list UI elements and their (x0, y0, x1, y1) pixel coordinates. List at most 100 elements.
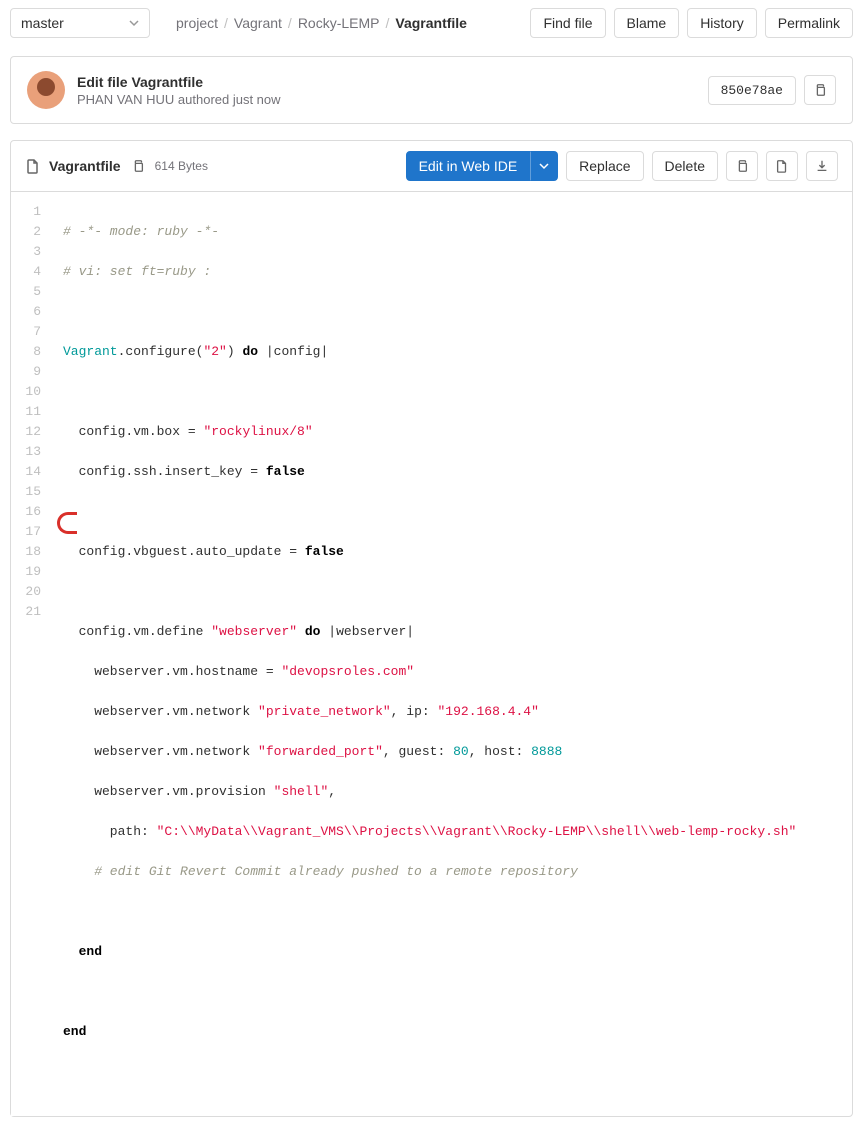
code-token: webserver.vm.network (63, 704, 258, 719)
line-number[interactable]: 8 (21, 342, 41, 362)
file-header: Vagrantfile 614 Bytes Edit in Web IDE Re… (11, 141, 852, 191)
line-number[interactable]: 2 (21, 222, 41, 242)
delete-button[interactable]: Delete (652, 151, 718, 181)
clipboard-icon (813, 83, 827, 97)
commit-title[interactable]: Edit file Vagrantfile (77, 74, 696, 90)
code-token: , host: (469, 744, 531, 759)
file-size: 614 Bytes (155, 159, 208, 173)
breadcrumb-item[interactable]: Rocky-LEMP (298, 15, 380, 31)
line-number[interactable]: 15 (21, 482, 41, 502)
line-number[interactable]: 3 (21, 242, 41, 262)
line-number[interactable]: 14 (21, 462, 41, 482)
line-number[interactable]: 17 (21, 522, 41, 542)
line-number[interactable]: 21 (21, 602, 41, 622)
line-number[interactable]: 13 (21, 442, 41, 462)
annotation-mark (57, 512, 77, 534)
line-number-gutter: 1 2 3 4 5 6 7 8 9 10 11 12 13 14 15 16 1… (11, 192, 55, 1116)
code-token: |webserver| (320, 624, 414, 639)
code-token: false (305, 544, 344, 559)
file-icon (775, 159, 789, 173)
line-number[interactable]: 11 (21, 402, 41, 422)
commit-sha[interactable]: 850e78ae (708, 76, 796, 105)
line-number[interactable]: 12 (21, 422, 41, 442)
code-token: config.vbguest.auto_update = (63, 544, 305, 559)
clipboard-icon (131, 159, 145, 173)
line-number[interactable]: 19 (21, 562, 41, 582)
breadcrumb-item[interactable]: Vagrant (234, 15, 282, 31)
chevron-down-icon (129, 18, 139, 28)
code-token: config.ssh.insert_key = (63, 464, 266, 479)
commit-authored-time: authored just now (178, 92, 281, 107)
code-token: # edit Git Revert Commit already pushed … (63, 864, 578, 879)
raw-file-button[interactable] (766, 151, 798, 181)
file-icon (25, 158, 41, 174)
download-icon (815, 159, 829, 173)
line-number[interactable]: 6 (21, 302, 41, 322)
file-top-actions: Find file Blame History Permalink (530, 8, 853, 38)
line-number[interactable]: 9 (21, 362, 41, 382)
line-number[interactable]: 7 (21, 322, 41, 342)
code-token: "webserver" (211, 624, 297, 639)
code-token: .configure( (118, 344, 204, 359)
code-token: end (79, 944, 102, 959)
code-token: 80 (453, 744, 469, 759)
code-token: Vagrant (63, 344, 118, 359)
edit-ide-group: Edit in Web IDE (406, 151, 559, 181)
line-number[interactable]: 10 (21, 382, 41, 402)
history-button[interactable]: History (687, 8, 757, 38)
code-token: , ip: (391, 704, 438, 719)
avatar (27, 71, 65, 109)
code-token: "192.168.4.4" (437, 704, 538, 719)
commit-info: Edit file Vagrantfile PHAN VAN HUU autho… (77, 74, 696, 107)
line-number[interactable]: 20 (21, 582, 41, 602)
code-token: config.vm.box = (63, 424, 203, 439)
code-token: webserver.vm.network (63, 744, 258, 759)
breadcrumb-item[interactable]: project (176, 15, 218, 31)
line-number[interactable]: 4 (21, 262, 41, 282)
edit-in-web-ide-button[interactable]: Edit in Web IDE (406, 151, 531, 181)
code-token: "private_network" (258, 704, 391, 719)
line-number[interactable]: 5 (21, 282, 41, 302)
commit-sha-group: 850e78ae (708, 75, 836, 105)
code-token: # -*- mode: ruby -*- (63, 224, 219, 239)
code-token: do (305, 624, 321, 639)
file-viewer: Vagrantfile 614 Bytes Edit in Web IDE Re… (10, 140, 853, 1117)
breadcrumb-separator: / (386, 15, 390, 31)
replace-button[interactable]: Replace (566, 151, 643, 181)
code-token (297, 624, 305, 639)
branch-name: master (21, 15, 64, 31)
line-number[interactable]: 1 (21, 202, 41, 222)
copy-sha-button[interactable] (804, 75, 836, 105)
find-file-button[interactable]: Find file (530, 8, 605, 38)
code-token: , guest: (383, 744, 453, 759)
code-token (63, 944, 79, 959)
clipboard-icon (735, 159, 749, 173)
last-commit-panel: Edit file Vagrantfile PHAN VAN HUU autho… (10, 56, 853, 124)
file-navigation-bar: master project / Vagrant / Rocky-LEMP / … (10, 8, 853, 38)
code-token: |config| (258, 344, 328, 359)
commit-author[interactable]: PHAN VAN HUU (77, 92, 174, 107)
commit-author-line: PHAN VAN HUU authored just now (77, 92, 696, 107)
line-number[interactable]: 16 (21, 502, 41, 522)
download-button[interactable] (806, 151, 838, 181)
code-token: "forwarded_port" (258, 744, 383, 759)
code-token: "devopsroles.com" (281, 664, 414, 679)
breadcrumb-separator: / (288, 15, 292, 31)
copy-filename-button[interactable] (129, 157, 147, 175)
code-token: "rockylinux/8" (203, 424, 312, 439)
code-token: path: (63, 824, 157, 839)
code-token: "shell" (274, 784, 329, 799)
blame-button[interactable]: Blame (614, 8, 680, 38)
code-token: webserver.vm.hostname = (63, 664, 281, 679)
branch-selector[interactable]: master (10, 8, 150, 38)
breadcrumb-current: Vagrantfile (395, 15, 467, 31)
code-token: webserver.vm.provision (63, 784, 274, 799)
code-token: end (63, 1024, 86, 1039)
edit-dropdown-button[interactable] (530, 151, 558, 181)
permalink-button[interactable]: Permalink (765, 8, 853, 38)
breadcrumb: project / Vagrant / Rocky-LEMP / Vagrant… (176, 15, 522, 31)
line-number[interactable]: 18 (21, 542, 41, 562)
code-token: 8888 (531, 744, 562, 759)
code-token: "C:\\MyData\\Vagrant_VMS\\Projects\\Vagr… (157, 824, 797, 839)
copy-contents-button[interactable] (726, 151, 758, 181)
